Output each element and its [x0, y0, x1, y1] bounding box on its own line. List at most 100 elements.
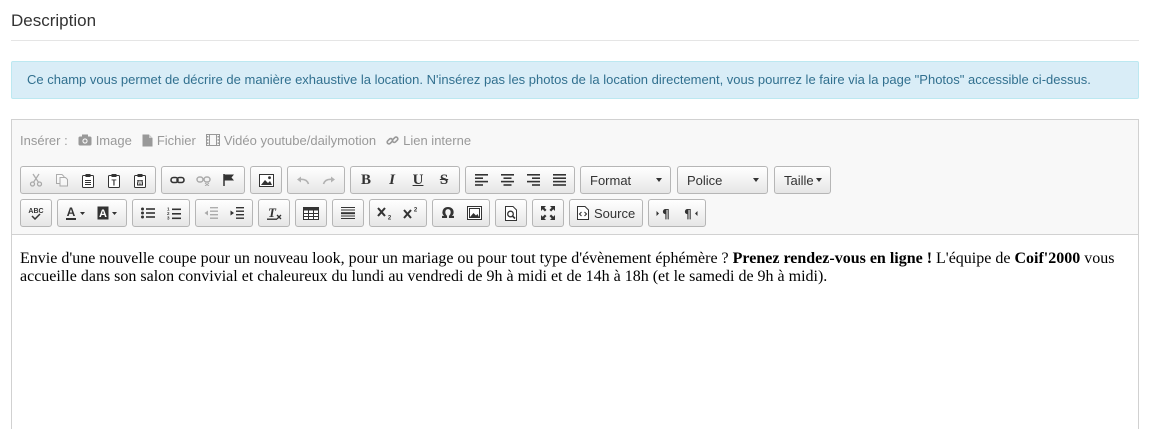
direction-group: ¶ ¶ — [648, 199, 707, 227]
svg-text:T: T — [112, 178, 117, 187]
align-center-button[interactable] — [494, 167, 520, 193]
maximize-group — [532, 199, 564, 227]
redo-button[interactable] — [316, 167, 342, 193]
bulleted-list-icon — [141, 207, 155, 219]
align-justify-button[interactable] — [546, 167, 572, 193]
svg-text:¶: ¶ — [662, 207, 670, 220]
chevron-down-icon — [753, 178, 759, 182]
align-justify-icon — [552, 174, 566, 186]
bulleted-list-button[interactable] — [135, 200, 161, 226]
hr-group — [332, 199, 364, 227]
superscript-icon: 2 — [403, 208, 418, 219]
source-group: Source — [569, 199, 644, 227]
maximize-icon — [541, 206, 555, 220]
paste-word-button[interactable]: W — [127, 167, 153, 193]
insert-link-button[interactable] — [164, 167, 190, 193]
numbered-list-button[interactable]: 123 — [161, 200, 187, 226]
align-right-button[interactable] — [520, 167, 546, 193]
film-icon — [205, 134, 220, 146]
insert-video-link[interactable]: Vidéo youtube/dailymotion — [205, 133, 376, 148]
toolbar-row-2: ABC A A 123 T 2 2 Ω Source ¶ ¶ — [20, 199, 711, 227]
insert-image-link[interactable]: Image — [78, 133, 132, 148]
spellcheck-button[interactable]: ABC — [23, 200, 49, 226]
insert-internal-link-label: Lien interne — [403, 132, 472, 148]
clear-format-group: T — [258, 199, 290, 227]
camera-icon — [78, 134, 92, 146]
strikethrough-icon: S — [439, 171, 449, 188]
italic-icon: I — [389, 171, 395, 188]
align-left-icon — [474, 174, 488, 186]
unlink-icon — [195, 176, 211, 186]
format-dropdown-label: Format — [590, 172, 632, 188]
chain-link-icon — [169, 176, 185, 184]
ltr-button[interactable]: ¶ — [651, 200, 677, 226]
source-button[interactable]: Source — [572, 200, 640, 226]
subscript-button[interactable]: 2 — [372, 200, 398, 226]
align-left-button[interactable] — [468, 167, 494, 193]
numbered-list-icon: 123 — [167, 207, 181, 220]
bold-button[interactable]: B — [353, 167, 379, 193]
image-icon — [258, 173, 274, 187]
undo-icon — [297, 176, 310, 184]
preview-button[interactable] — [498, 200, 524, 226]
copy-button[interactable] — [49, 167, 75, 193]
font-dropdown[interactable]: Police — [677, 166, 768, 194]
subscript-icon: 2 — [377, 207, 392, 220]
horizontal-rule-button[interactable] — [335, 200, 361, 226]
bold-icon: B — [360, 171, 371, 188]
copy-icon — [56, 174, 68, 187]
svg-text:T: T — [268, 206, 277, 220]
color-group: A A — [57, 199, 127, 227]
align-center-icon — [500, 174, 514, 186]
info-alert: Ce champ vous permet de décrire de maniè… — [11, 61, 1139, 99]
media-image-icon — [466, 206, 482, 220]
outdent-button[interactable] — [198, 200, 224, 226]
underline-button[interactable]: U — [405, 167, 431, 193]
paste-text-button[interactable]: T — [101, 167, 127, 193]
source-icon — [577, 206, 589, 220]
anchor-button[interactable] — [216, 167, 242, 193]
remove-format-button[interactable]: T — [261, 200, 287, 226]
editor-content[interactable]: Envie d'une nouvelle coupe pour un nouve… — [12, 234, 1138, 434]
italic-button[interactable]: I — [379, 167, 405, 193]
paste-button[interactable] — [75, 167, 101, 193]
indent-group — [195, 199, 253, 227]
background-color-button[interactable]: A — [92, 200, 124, 226]
file-icon — [142, 134, 153, 146]
indent-button[interactable] — [224, 200, 250, 226]
text-color-button[interactable]: A — [60, 200, 92, 226]
insert-file-link[interactable]: Fichier — [142, 133, 196, 148]
clipboard-group: T W — [20, 166, 156, 194]
insert-image-button[interactable] — [253, 167, 279, 193]
insert-table-button[interactable] — [298, 200, 324, 226]
svg-text:A: A — [99, 208, 107, 220]
strikethrough-button[interactable]: S — [431, 167, 457, 193]
size-dropdown[interactable]: Taille — [774, 166, 831, 194]
special-char-button[interactable]: Ω — [435, 200, 461, 226]
scissors-icon — [29, 173, 43, 187]
flag-icon — [223, 174, 234, 186]
size-dropdown-label: Taille — [784, 172, 814, 188]
font-dropdown-label: Police — [687, 172, 723, 188]
maximize-button[interactable] — [535, 200, 561, 226]
clipboard-icon — [82, 173, 94, 188]
text-color-icon: A — [66, 206, 85, 220]
cut-button[interactable] — [23, 167, 49, 193]
rich-text-editor: Insérer : Image Fichier Vidéo youtube/da… — [11, 119, 1139, 434]
format-dropdown[interactable]: Format — [580, 166, 671, 194]
svg-text:2: 2 — [414, 208, 418, 214]
svg-text:¶: ¶ — [684, 207, 692, 220]
insert-label: Insérer : — [20, 132, 68, 148]
table-icon — [303, 206, 319, 220]
rtl-button[interactable]: ¶ — [677, 200, 703, 226]
table-group — [295, 199, 327, 227]
superscript-button[interactable]: 2 — [398, 200, 424, 226]
undo-button[interactable] — [290, 167, 316, 193]
insert-internal-link[interactable]: Lien interne — [386, 133, 471, 148]
unlink-button[interactable] — [190, 167, 216, 193]
list-group: 123 — [132, 199, 190, 227]
omega-icon: Ω — [441, 204, 455, 222]
align-group — [465, 166, 575, 194]
insert-media-button[interactable] — [461, 200, 487, 226]
title-divider — [11, 40, 1139, 41]
